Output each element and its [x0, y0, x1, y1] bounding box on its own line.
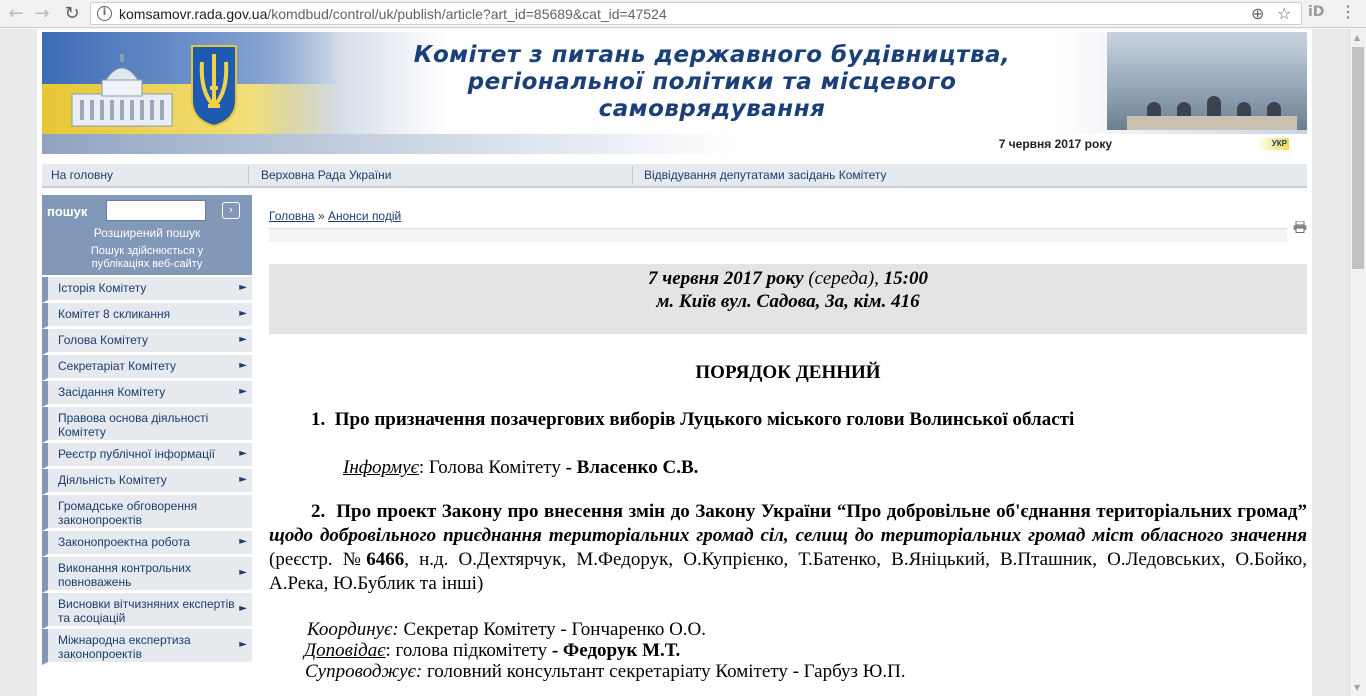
print-icon[interactable] — [1293, 221, 1307, 233]
meeting-place: м. Київ вул. Садова, 3а, кім. 416 — [656, 291, 920, 312]
zoom-icon[interactable]: ⊕ — [1251, 4, 1264, 23]
site-banner: Комітет з питань державного будівництва,… — [42, 32, 1307, 134]
reporter-line: Доповідає: голова підкомітету - Федорук … — [304, 640, 681, 661]
sidebar-item-domestic-experts[interactable]: Висновки вітчизняних експертів та асоціа… — [42, 593, 252, 629]
page-container: Комітет з питань державного будівництва,… — [37, 29, 1312, 696]
sidebar-item-public-discussion[interactable]: Громадське обговорення законопроектів — [42, 495, 252, 531]
chevron-right-icon: ► — [239, 307, 247, 319]
scroll-down-icon[interactable]: ▼ — [1354, 683, 1360, 692]
meeting-info: 7 червня 2017 року (середа), 15:00 м. Ки… — [269, 264, 1307, 334]
language-badge[interactable]: УКР — [1257, 138, 1289, 150]
date-strip: 7 червня 2017 року УКР — [42, 134, 1307, 154]
extension-icon[interactable]: iD — [1308, 4, 1324, 20]
chevron-right-icon: ► — [239, 602, 247, 614]
sidebar-item-secretariat[interactable]: Секретаріат Комітету ► — [42, 355, 252, 381]
chevron-right-icon: ► — [239, 333, 247, 345]
page-scrollbar[interactable]: ▲ ▼ — [1349, 29, 1366, 696]
scroll-up-icon[interactable]: ▲ — [1354, 33, 1360, 42]
browser-toolbar: ← → ↻ i komsamovr.rada.gov.ua/komdbud/co… — [0, 0, 1366, 28]
agenda-item-1: 1. Про призначення позачергових виборів … — [311, 409, 1075, 430]
banner-title: Комітет з питань державного будівництва,… — [413, 42, 1011, 122]
chevron-right-icon: ► — [239, 473, 247, 485]
nav-home-link[interactable]: На головну — [51, 168, 113, 182]
scrollbar-thumb[interactable] — [1352, 47, 1364, 269]
sidebar-item-activity[interactable]: Діяльність Комітету ► — [42, 469, 252, 495]
info-icon[interactable]: i — [97, 6, 112, 21]
committee-photo — [1107, 32, 1307, 130]
search-label: пошук — [47, 204, 88, 219]
sidebar-item-legislative-work[interactable]: Законопроектна робота ► — [42, 531, 252, 557]
sidebar-item-legal-basis[interactable]: Правова основа діяльності Комітету — [42, 407, 252, 443]
back-icon[interactable]: ← — [4, 2, 28, 26]
sidebar-item-public-registry[interactable]: Реєстр публічної інформації ► — [42, 443, 252, 469]
sidebar-item-meetings[interactable]: Засідання Комітету ► — [42, 381, 252, 407]
address-bar[interactable]: i komsamovr.rada.gov.ua/komdbud/control/… — [90, 2, 1302, 25]
forward-icon[interactable]: → — [30, 2, 54, 26]
sidebar-item-international-expertise[interactable]: Міжнародна експертиза законопроектів ► — [42, 629, 252, 665]
sidebar-item-history[interactable]: Історія Комітету ► — [42, 277, 252, 303]
sidebar-item-control-powers[interactable]: Виконання контрольних повноважень ► — [42, 557, 252, 593]
parliament-building-icon — [71, 54, 173, 127]
browser-menu-icon[interactable]: ⋮ — [1340, 2, 1356, 21]
breadcrumb-divider — [269, 228, 1287, 242]
bookmark-star-icon[interactable]: ☆ — [1277, 4, 1291, 23]
nav-verkhovna-rada-link[interactable]: Верховна Рада України — [261, 168, 391, 182]
chevron-right-icon: ► — [239, 535, 247, 547]
nav-divider — [632, 166, 633, 184]
top-navigation: На головну Верховна Рада України Відвіду… — [42, 164, 1307, 188]
sidebar: пошук › Розширений пошук Пошук здійснюєт… — [42, 195, 252, 695]
chevron-right-icon: ► — [239, 447, 247, 459]
meeting-datetime: 7 червня 2017 року (середа), 15:00 — [648, 268, 928, 289]
current-date: 7 червня 2017 року — [998, 137, 1112, 151]
chevron-right-icon: ► — [239, 566, 247, 578]
search-go-icon[interactable]: › — [222, 202, 240, 219]
breadcrumb: Головна » Анонси подій — [269, 209, 401, 223]
chevron-right-icon: ► — [239, 638, 247, 650]
coat-of-arms-icon — [191, 45, 237, 128]
agenda-item-2: 2. Про проект Закону про внесення змін д… — [269, 501, 1308, 594]
sidebar-menu: Історія Комітету ► Комітет 8 скликання ► Г… — [42, 277, 252, 665]
page-viewport: Комітет з питань державного будівництва,… — [0, 29, 1349, 696]
agenda-item-2-roles: Координує: Секретар Комітету - Гончаренк… — [304, 619, 1307, 682]
reload-icon[interactable]: ↻ — [60, 2, 84, 26]
chevron-right-icon: ► — [239, 385, 247, 397]
sidebar-item-chairman[interactable]: Голова Комітету ► — [42, 329, 252, 355]
chevron-right-icon: ► — [239, 359, 247, 371]
address-url: komsamovr.rada.gov.ua/komdbud/control/uk… — [119, 6, 667, 22]
breadcrumb-home-link[interactable]: Головна — [269, 209, 315, 223]
breadcrumb-section-link[interactable]: Анонси подій — [328, 209, 401, 223]
agenda-title: ПОРЯДОК ДЕННИЙ — [695, 362, 881, 383]
chevron-right-icon: ► — [239, 281, 247, 293]
coordinator-line: Координує: Секретар Комітету - Гончаренк… — [307, 619, 707, 640]
nav-attendance-link[interactable]: Відвідування депутатами засідань Комітет… — [644, 168, 887, 182]
search-input[interactable] — [106, 200, 206, 221]
advanced-search-link[interactable]: Розширений пошук — [42, 226, 252, 240]
search-panel: пошук › Розширений пошук Пошук здійснюєт… — [42, 195, 252, 275]
agenda-item-1-informs: Інформує: Голова Комітету - Власенко С.В… — [343, 457, 699, 478]
search-note: Пошук здійснюється у публікаціях веб-сай… — [90, 245, 204, 270]
nav-divider — [248, 166, 249, 184]
breadcrumb-separator: » — [317, 209, 325, 223]
accompanier-line: Супроводжує: головний консультант секрет… — [305, 661, 906, 682]
sidebar-item-committee-8[interactable]: Комітет 8 скликання ► — [42, 303, 252, 329]
